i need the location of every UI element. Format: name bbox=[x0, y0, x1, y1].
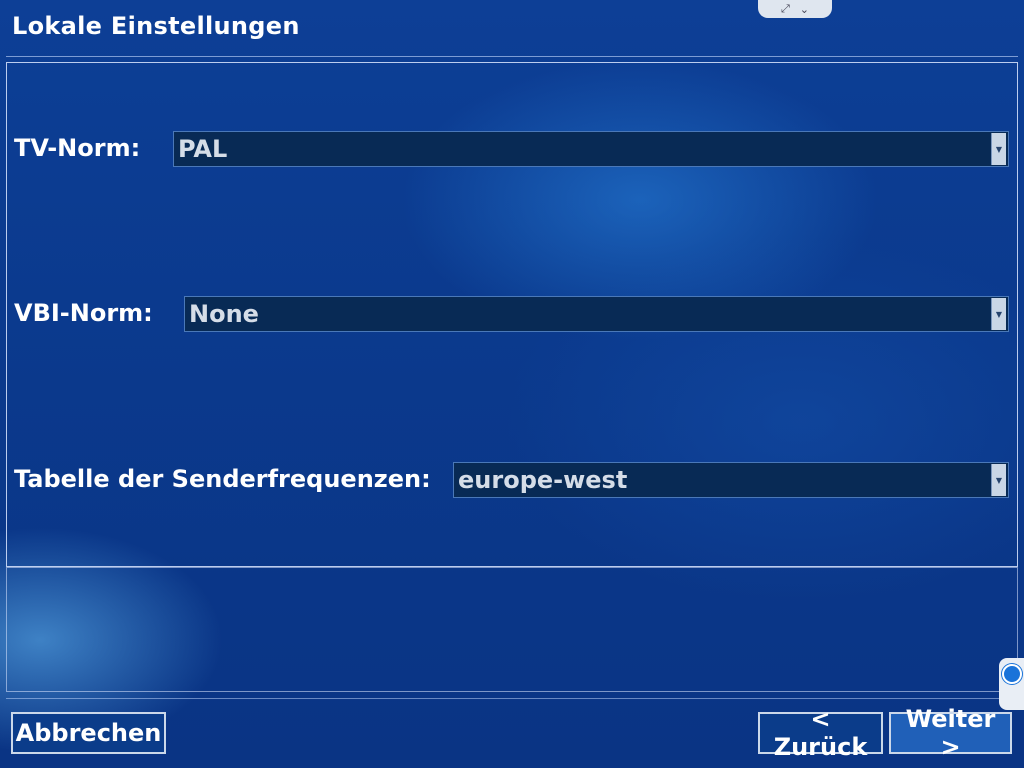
vbi-norm-select[interactable]: None ▼ bbox=[184, 296, 1009, 332]
cancel-button[interactable]: Abbrechen bbox=[11, 712, 166, 754]
remote-support-tab[interactable] bbox=[999, 658, 1024, 710]
dropdown-arrow-icon[interactable]: ▼ bbox=[991, 464, 1006, 496]
dropdown-arrow-icon[interactable]: ▼ bbox=[991, 133, 1006, 165]
frequency-table-value: europe-west bbox=[458, 466, 628, 494]
window-title: Lokale Einstellungen bbox=[12, 12, 300, 40]
tv-norm-select[interactable]: PAL ▼ bbox=[173, 131, 1009, 167]
tv-norm-label: TV-Norm: bbox=[14, 134, 141, 162]
top-panel-handle[interactable]: ⤢ ⌄ bbox=[758, 0, 832, 18]
vbi-norm-label: VBI-Norm: bbox=[14, 299, 153, 327]
frequency-table-select[interactable]: europe-west ▼ bbox=[453, 462, 1009, 498]
info-panel bbox=[6, 567, 1018, 692]
remote-support-icon[interactable] bbox=[1001, 664, 1022, 684]
vbi-norm-value: None bbox=[189, 300, 259, 328]
chevron-down-icon[interactable]: ⌄ bbox=[800, 3, 809, 16]
footer-divider bbox=[6, 698, 1018, 699]
frequency-table-label: Tabelle der Senderfrequenzen: bbox=[14, 465, 431, 493]
tv-norm-value: PAL bbox=[178, 135, 228, 163]
dropdown-arrow-icon[interactable]: ▼ bbox=[991, 298, 1006, 330]
next-button[interactable]: Weiter > bbox=[889, 705, 1012, 761]
back-button[interactable]: < Zurück bbox=[758, 705, 883, 761]
expand-icon[interactable]: ⤢ bbox=[781, 2, 790, 16]
title-divider bbox=[6, 56, 1018, 57]
